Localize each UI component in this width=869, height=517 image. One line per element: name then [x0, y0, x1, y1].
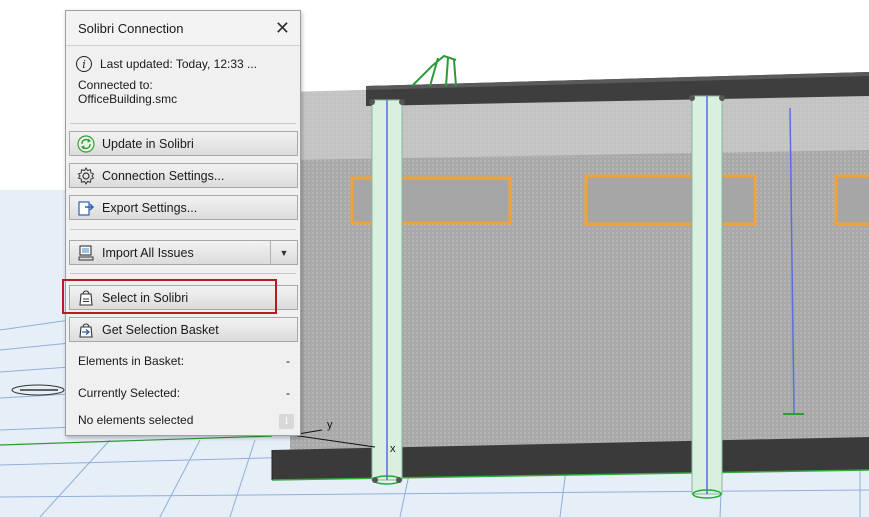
highlight-box	[62, 279, 277, 314]
axis-x-label: x	[390, 443, 396, 455]
palette-titlebar[interactable]: Solibri Connection ✕	[66, 11, 300, 46]
elements-in-basket-label: Elements in Basket:	[78, 354, 185, 368]
last-updated-text: Last updated: Today, 12:33 ...	[100, 57, 258, 71]
update-label: Update in Solibri	[102, 136, 194, 151]
connected-file: OfficeBuilding.smc	[78, 92, 178, 106]
connection-info: Connected to: OfficeBuilding.smc	[66, 74, 300, 106]
basket-icon	[76, 320, 96, 340]
import-icon	[76, 243, 96, 263]
close-button[interactable]: ✕	[273, 19, 292, 37]
connected-label: Connected to:	[78, 78, 153, 92]
separator	[70, 229, 296, 230]
export-settings-label: Export Settings...	[102, 200, 198, 215]
connection-settings-button[interactable]: Connection Settings...	[69, 163, 298, 188]
separator	[70, 273, 296, 274]
get-selection-basket-button[interactable]: Get Selection Basket	[69, 317, 298, 342]
info-icon[interactable]: i	[279, 414, 294, 429]
last-updated-row: i Last updated: Today, 12:33 ...	[66, 46, 300, 74]
separator	[70, 123, 296, 124]
column-middle[interactable]	[691, 95, 723, 499]
get-selection-basket-label: Get Selection Basket	[102, 322, 219, 337]
elements-in-basket-row: Elements in Basket: -	[78, 354, 290, 368]
update-in-solibri-button[interactable]: Update in Solibri	[69, 131, 298, 156]
axis-y-label: y	[327, 419, 333, 431]
currently-selected-label: Currently Selected:	[78, 386, 181, 400]
connection-settings-label: Connection Settings...	[102, 168, 225, 183]
info-icon: i	[76, 56, 92, 72]
status-row: No elements selected	[78, 413, 290, 427]
chevron-down-icon[interactable]: ▼	[270, 241, 297, 264]
sync-icon	[76, 134, 96, 154]
column-left[interactable]	[371, 99, 403, 485]
currently-selected-value: -	[286, 386, 290, 400]
palette-title: Solibri Connection	[78, 20, 184, 36]
currently-selected-row: Currently Selected: -	[78, 386, 290, 400]
export-icon	[76, 198, 96, 218]
gear-icon	[76, 166, 96, 186]
solibri-connection-palette: Solibri Connection ✕ i Last updated: Tod…	[65, 10, 301, 436]
import-all-issues-label: Import All Issues	[102, 245, 194, 260]
status-text: No elements selected	[78, 413, 194, 427]
export-settings-button[interactable]: Export Settings...	[69, 195, 298, 220]
elements-in-basket-value: -	[286, 354, 290, 368]
import-all-issues-button[interactable]: Import All Issues ▼	[69, 240, 298, 265]
